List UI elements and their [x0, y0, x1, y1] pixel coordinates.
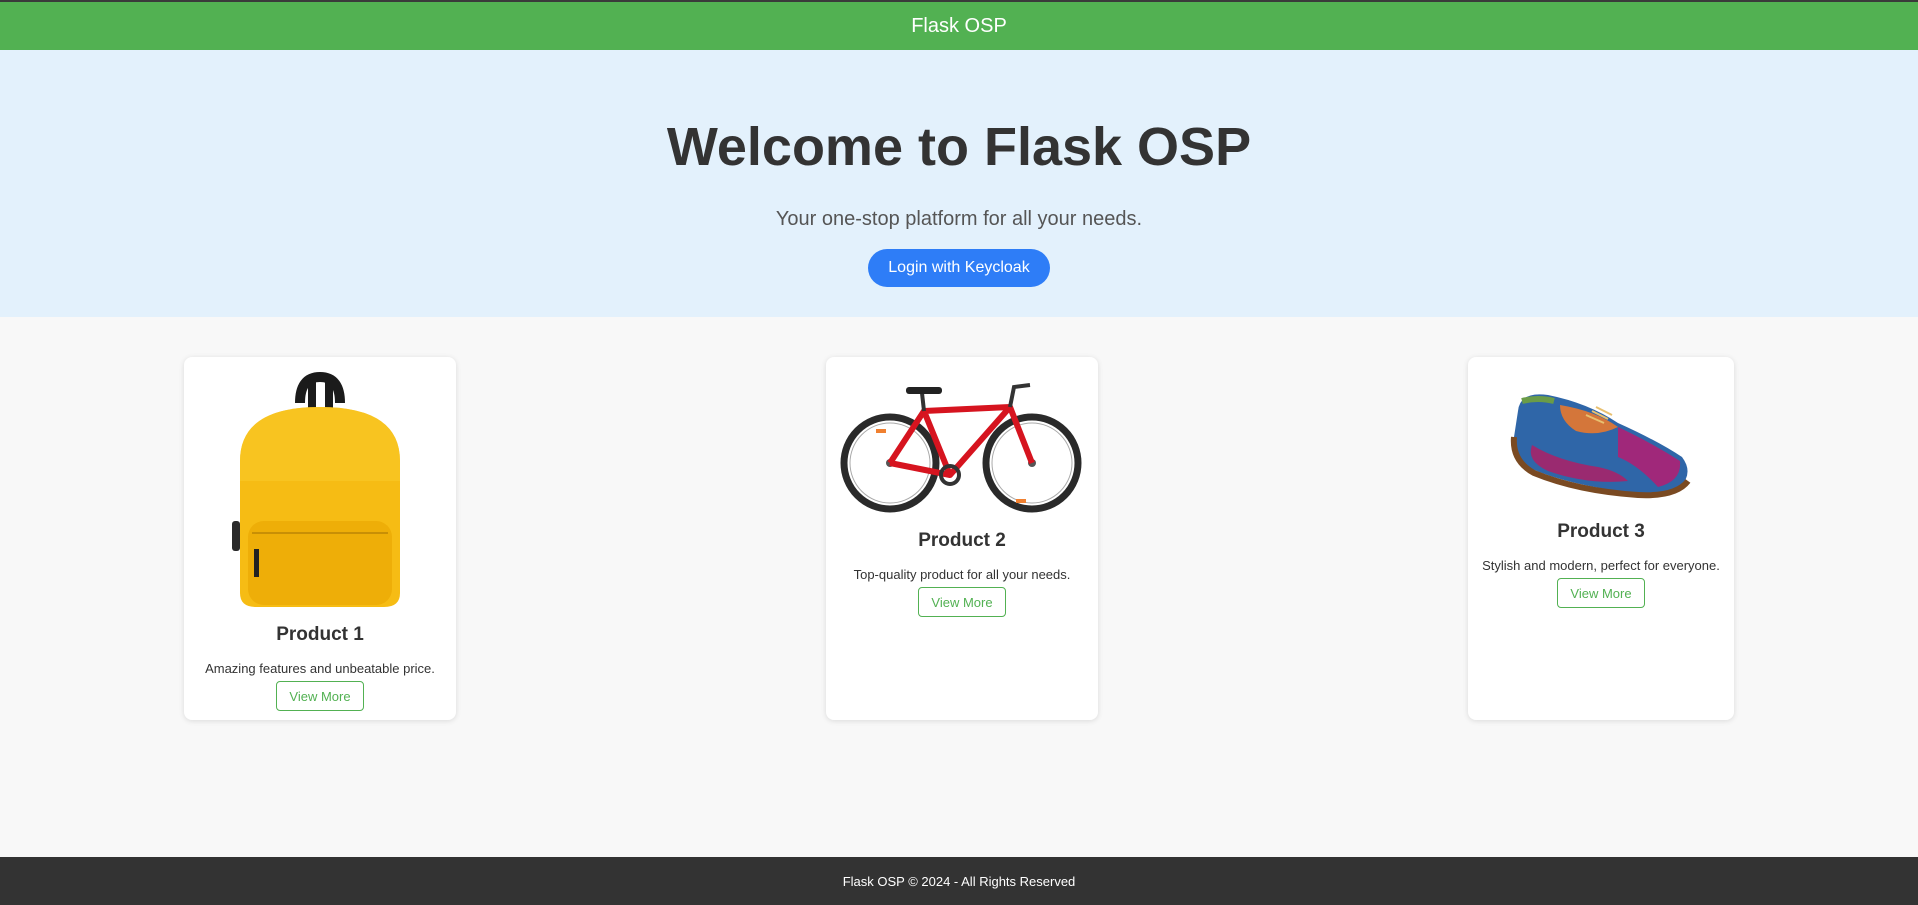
backpack-image — [232, 371, 400, 607]
navbar-title[interactable]: Flask OSP — [911, 15, 1007, 38]
product-description: Top-quality product for all your needs. — [853, 567, 1071, 582]
footer: Flask OSP © 2024 - All Rights Reserved — [0, 857, 1918, 905]
product-name: Product 3 — [1557, 521, 1645, 542]
product-name: Product 1 — [276, 624, 364, 645]
product-card-3: Product 3 Stylish and modern, perfect fo… — [1468, 357, 1734, 720]
view-more-button[interactable]: View More — [276, 681, 364, 711]
login-keycloak-button[interactable]: Login with Keycloak — [868, 249, 1050, 287]
footer-copyright: Flask OSP © 2024 - All Rights Reserved — [842, 873, 1076, 889]
navbar: Flask OSP — [0, 2, 1918, 50]
hero-tagline: Your one-stop platform for all your need… — [775, 208, 1143, 230]
hero-section: Welcome to Flask OSP Your one-stop platf… — [0, 50, 1918, 317]
view-more-button[interactable]: View More — [1557, 578, 1645, 608]
view-more-button[interactable]: View More — [918, 587, 1006, 617]
page-title: Welcome to Flask OSP — [666, 117, 1252, 177]
product-card-1: Product 1 Amazing features and unbeatabl… — [184, 357, 456, 720]
product-name: Product 2 — [918, 530, 1006, 551]
bicycle-image — [840, 383, 1082, 513]
shoe-image — [1510, 394, 1691, 499]
product-card-2: Product 2 Top-quality product for all yo… — [826, 357, 1098, 720]
product-description: Stylish and modern, perfect for everyone… — [1482, 558, 1720, 573]
product-description: Amazing features and unbeatable price. — [205, 661, 435, 676]
